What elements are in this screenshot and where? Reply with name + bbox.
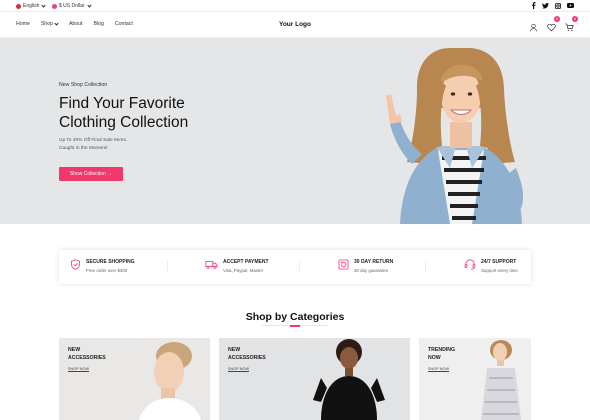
hero-desc-line1: Up To 40% Off Final Sale Items. [59,138,128,143]
category-image [139,342,201,420]
feature-title: 30 DAY RETURN [354,259,394,265]
language-selector[interactable]: English [16,3,47,9]
cart-count-badge: 0 [572,16,578,22]
hero-banner: New Shop Collection Find Your Favorite C… [0,38,590,224]
youtube-icon[interactable] [567,3,574,8]
hero-title: Find Your Favorite Clothing Collection [59,94,259,132]
feature-item: 24/7 SUPPORT Support every time [464,259,518,273]
feature-subtitle: Support every time [481,268,518,273]
category-label: NEW ACCESSORIES [68,346,128,362]
chevron-down-icon [41,3,47,8]
divider [425,261,426,273]
category-label: NEW ACCESSORIES [228,346,288,362]
category-image [481,340,521,420]
feature-title: ACCEPT PAYMENT [223,259,269,265]
nav-icons: 0 0 [529,16,578,32]
feature-item: ACCEPT PAYMENT Visa, Paypal, Master [205,259,269,273]
currency-selector[interactable]: $ US Dollar [52,3,92,9]
category-label-line2: ACCESSORIES [68,355,106,361]
flag-icon [16,3,21,9]
wishlist-count-badge: 0 [554,16,560,22]
hero-kicker: New Shop Collection [59,82,108,88]
facebook-icon[interactable] [531,2,536,9]
account-button[interactable] [529,19,538,32]
category-card[interactable]: TRENDING NOW SHOP NOW [419,338,531,420]
return-box-icon [338,259,349,270]
divider [299,261,300,273]
user-icon [529,23,538,32]
title-underline [262,324,328,327]
category-label-line2: NOW [428,355,441,361]
cart-icon [565,23,574,31]
show-collection-button[interactable]: Show Collection → [59,167,123,181]
main-nav: Home Shop About Blog Contact Your Logo 0… [0,12,590,38]
hero-title-line2: Clothing Collection [59,114,189,131]
feature-title: SECURE SHOPPING [86,259,135,265]
cart-button[interactable]: 0 [565,16,578,31]
divider [167,261,168,273]
social-links [531,2,574,9]
shop-now-link[interactable]: SHOP NOW [228,367,250,372]
chevron-down-icon [86,3,92,8]
hero-desc-line2: Caught in the Moment! [59,146,108,151]
category-label-line1: NEW [228,347,241,353]
section-title: Shop by Categories [245,311,345,323]
category-card[interactable]: NEW ACCESSORIES SHOP NOW [59,338,210,420]
hero-title-line1: Find Your Favorite [59,95,185,112]
flag-icon [52,3,57,9]
site-logo[interactable]: Your Logo [0,21,590,28]
shield-check-icon [71,259,80,270]
wishlist-button[interactable]: 0 [547,16,560,32]
instagram-icon[interactable] [555,2,561,9]
truck-icon [205,261,218,269]
twitter-icon[interactable] [542,2,549,9]
heart-icon [547,23,556,32]
category-card[interactable]: NEW ACCESSORIES SHOP NOW [219,338,410,420]
hero-description: Up To 40% Off Final Sale Items. Caught i… [59,137,179,153]
shop-now-link[interactable]: SHOP NOW [68,367,90,372]
feature-subtitle: 30 day guarantee [354,268,389,273]
feature-subtitle: Visa, Paypal, Master [223,268,264,273]
title-underline-accent [290,324,300,327]
headset-icon [464,259,476,270]
features-bar: SECURE SHOPPING Free order over $300 ACC… [59,250,531,284]
category-image [313,339,385,420]
hero-model-image [386,48,524,224]
feature-subtitle: Free order over $300 [86,268,128,273]
feature-title: 24/7 SUPPORT [481,259,517,265]
shop-now-link[interactable]: SHOP NOW [428,367,450,372]
currency-label: $ US Dollar [59,3,85,9]
category-label-line2: ACCESSORIES [228,355,266,361]
category-label-line1: TRENDING [428,347,456,353]
category-label-line1: NEW [68,347,81,353]
feature-item: SECURE SHOPPING Free order over $300 [70,259,135,273]
feature-item: 30 DAY RETURN 30 day guarantee [338,259,393,273]
top-bar: English $ US Dollar [0,0,590,12]
language-label: English [23,3,40,9]
